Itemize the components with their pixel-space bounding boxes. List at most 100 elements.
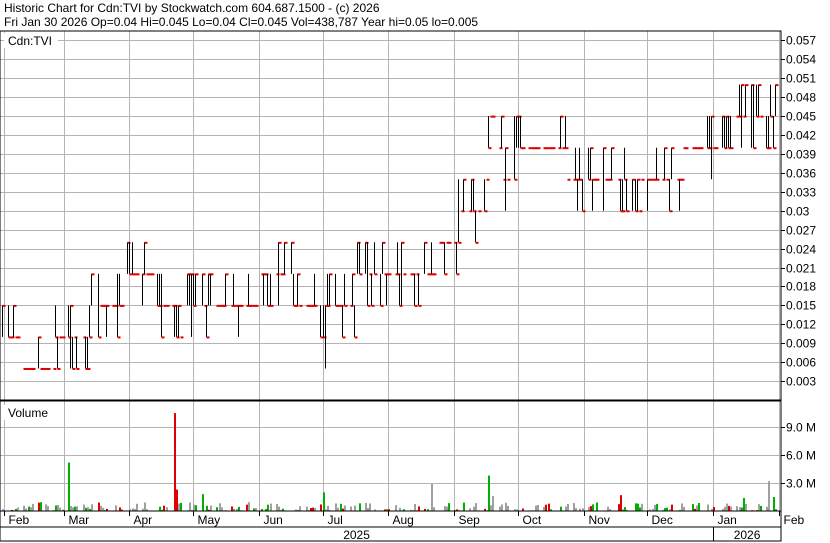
volume-bar [567, 503, 569, 511]
volume-bar [72, 507, 74, 511]
volume-bar [395, 505, 397, 511]
volume-bar [17, 507, 19, 511]
month-label: Feb [9, 513, 30, 527]
volume-bar [726, 503, 728, 511]
volume-bar [189, 502, 191, 511]
volume-bar [736, 506, 738, 511]
volume-bar [573, 503, 575, 511]
volume-bar [340, 503, 342, 511]
volume-bar [418, 506, 420, 511]
volume-bar [745, 504, 747, 511]
volume-bar [350, 506, 352, 511]
volume-bar [724, 506, 726, 511]
volume-bar [206, 505, 208, 511]
volume-bar [45, 504, 47, 511]
volume-bar [47, 506, 49, 511]
volume-bar [30, 507, 32, 511]
month-label: Nov [589, 513, 610, 527]
volume-bar [238, 506, 240, 511]
volume-bar [270, 503, 272, 511]
volume-bar [507, 505, 509, 511]
volume-bar [276, 503, 278, 511]
year-label: 2025 [343, 528, 370, 542]
volume-bar [588, 507, 590, 511]
volume-bar [414, 503, 416, 511]
volume-bar [76, 506, 78, 511]
volume-bar [180, 502, 182, 511]
volume-bar [707, 504, 709, 511]
volume-bar [306, 506, 308, 511]
price-tick-label: 0.009 [786, 337, 816, 351]
price-tick-label: 0.033 [786, 186, 816, 200]
volume-bar [499, 506, 501, 511]
volume-bar [91, 504, 93, 511]
volume-bar [195, 505, 197, 511]
volume-bar [202, 494, 204, 511]
volume-bar [758, 504, 760, 511]
year-label: 2026 [734, 528, 761, 542]
volume-bar [28, 506, 30, 511]
volume-bar [543, 506, 545, 511]
volume-bar [671, 504, 673, 511]
volume-bar [248, 502, 250, 511]
volume-tick-label: 6.0 M [786, 449, 816, 463]
month-label: Aug [393, 513, 414, 527]
chart-title: Historic Chart for Cdn:TVI by Stockwatch… [4, 1, 380, 15]
volume-bar [431, 483, 433, 511]
price-tick-label: 0.018 [786, 280, 816, 294]
price-tick-label: 0.057 [786, 34, 816, 48]
volume-bar [323, 492, 325, 511]
volume-label: Volume [8, 406, 48, 420]
volume-bar [70, 506, 72, 511]
volume-bar [278, 506, 280, 511]
volume-bar [344, 505, 346, 511]
volume-bar [592, 504, 594, 511]
volume-bar [221, 507, 223, 511]
volume-bar [713, 506, 715, 511]
month-label: Oct [523, 513, 542, 527]
volume-bar [620, 495, 622, 511]
volume-bar [83, 504, 85, 511]
volume-bar [624, 507, 626, 511]
volume-bar [100, 505, 102, 511]
stock-chart: Historic Chart for Cdn:TVI by Stockwatch… [0, 0, 830, 543]
price-tick-label: 0.03 [786, 205, 810, 219]
volume-bar [163, 505, 165, 511]
volume-bar [40, 502, 42, 511]
volume-bar [743, 497, 745, 511]
volume-bar [760, 505, 762, 511]
volume-bar [210, 505, 212, 511]
volume-bar [545, 504, 547, 511]
price-tick-label: 0.006 [786, 356, 816, 370]
volume-bar [74, 506, 76, 511]
symbol-label: Cdn:TVI [8, 34, 52, 48]
price-tick-label: 0.036 [786, 167, 816, 181]
volume-bar [359, 503, 361, 511]
volume-bar [320, 504, 322, 511]
price-tick-label: 0.051 [786, 72, 816, 86]
volume-bar [369, 503, 371, 511]
volume-bar [446, 506, 448, 511]
volume-bar [698, 502, 700, 511]
volume-bar [68, 462, 70, 511]
volume-bar [490, 505, 492, 511]
price-tick-label: 0.048 [786, 91, 816, 105]
volume-bar [335, 503, 337, 511]
month-label: Jan [718, 513, 737, 527]
volume-bar [473, 506, 475, 511]
volume-bar [216, 507, 218, 511]
volume-y-axis: 9.0 M 6.0 M 3.0 M [781, 421, 816, 491]
volume-bar [193, 504, 195, 511]
volume-bar [219, 503, 221, 511]
volume-bar [32, 503, 34, 511]
price-tick-label: 0.027 [786, 224, 816, 238]
volume-bar [365, 502, 367, 511]
volume-bar [433, 507, 435, 511]
volume-bar [246, 504, 248, 511]
volume-bar [730, 506, 732, 511]
volume-bar [178, 503, 180, 511]
volume-bar [231, 506, 233, 511]
volume-bar [639, 507, 641, 511]
month-label: Apr [134, 513, 153, 527]
volume-bar [618, 504, 620, 511]
